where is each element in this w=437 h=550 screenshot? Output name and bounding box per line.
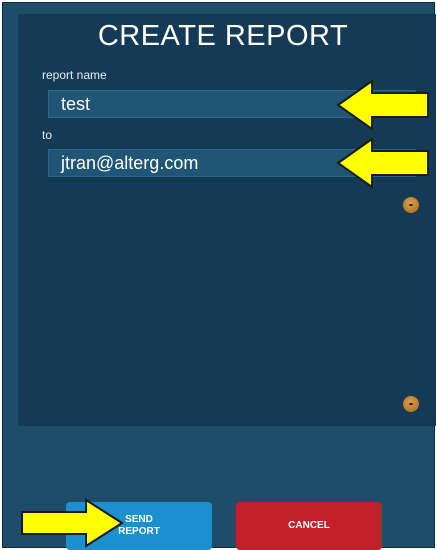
yellow-arrow-icon — [336, 137, 429, 189]
cancel-button[interactable]: CANCEL — [236, 502, 382, 550]
scroll-knob-icon[interactable] — [403, 197, 419, 213]
to-label: to — [42, 128, 53, 142]
yellow-arrow-icon — [336, 79, 429, 131]
send-report-label: SEND REPORT — [118, 514, 160, 537]
dialog-title: CREATE REPORT — [97, 20, 349, 52]
yellow-arrow-icon — [21, 498, 124, 548]
scroll-knob-icon[interactable] — [403, 396, 419, 412]
cancel-label: CANCEL — [288, 520, 330, 531]
report-name-label: report name — [42, 68, 107, 82]
